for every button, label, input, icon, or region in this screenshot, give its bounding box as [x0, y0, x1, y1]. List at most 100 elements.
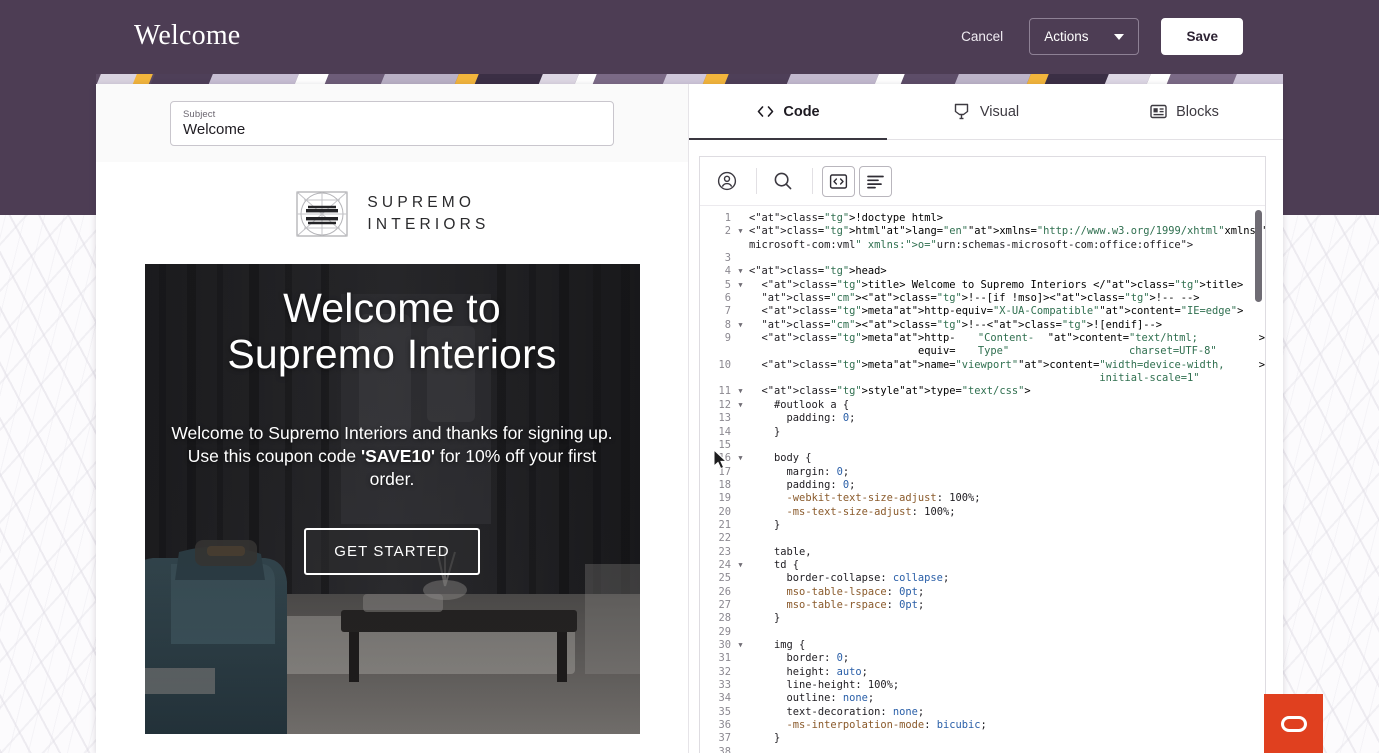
- code-line-text: <"at">class: [749, 225, 818, 238]
- hero-block[interactable]: Welcome to Supremo Interiors Welcome to …: [144, 264, 640, 734]
- code-line: 26 mso-table-lspace: 0pt;: [700, 586, 1265, 599]
- subject-label: Subject: [183, 109, 216, 120]
- code-line: 3: [700, 252, 1265, 265]
- line-number: 3: [724, 252, 731, 265]
- mouse-cursor: [713, 449, 728, 470]
- blocks-layout-icon: [1149, 103, 1167, 121]
- code-view-icon[interactable]: [822, 165, 855, 197]
- line-number: 7: [724, 305, 731, 318]
- code-line-text: margin: 0;: [749, 465, 850, 478]
- code-line: 1 <"at">class = "tg" >!doctype html>: [700, 212, 1265, 225]
- code-line: 15: [700, 439, 1265, 452]
- fold-toggle-icon[interactable]: ▼: [736, 385, 745, 398]
- fold-toggle-icon[interactable]: ▼: [736, 452, 745, 465]
- code-line-text: border: 0;: [749, 652, 850, 665]
- help-chat-icon: [1280, 715, 1307, 732]
- format-lines-icon[interactable]: [859, 165, 892, 197]
- line-number: 10: [718, 358, 731, 371]
- fold-toggle-icon[interactable]: ▼: [736, 559, 745, 572]
- code-line-text: -ms-text-size-adjust: 100%;: [786, 505, 956, 518]
- line-number: 27: [718, 598, 731, 611]
- fold-toggle-icon[interactable]: ▼: [736, 225, 745, 238]
- code-line-text: text-decoration: none;: [749, 705, 925, 718]
- toolbar-divider-1: [756, 168, 757, 194]
- get-started-button[interactable]: GET STARTED: [304, 527, 480, 575]
- code-editor-container: 1 <"at">class = "tg" >!doctype html> 2 ▼ <"at">…: [699, 156, 1266, 753]
- tab-blocks-label: Blocks: [1176, 103, 1219, 120]
- code-line: 33 line-height: 100%;: [700, 679, 1265, 692]
- search-icon[interactable]: [766, 166, 799, 197]
- code-line: 14 }: [700, 426, 1265, 439]
- code-line: 5 ▼ <"at">class = "tg" >title> Welcome to Su…: [700, 279, 1265, 292]
- code-line: 11 ▼ <"at">class = "tg" >style "at" >type= "te…: [700, 385, 1265, 398]
- tab-visual-label: Visual: [979, 103, 1020, 120]
- line-number: 19: [718, 492, 731, 505]
- email-preview-canvas[interactable]: SUPREMO INTERIORS Welcome to Supremo Int…: [96, 162, 688, 753]
- supremo-logo-mark-icon: [294, 186, 350, 242]
- chevron-down-icon: [1114, 33, 1125, 40]
- line-number: 8: [724, 318, 731, 331]
- personalization-icon[interactable]: [710, 166, 743, 197]
- cancel-button[interactable]: Cancel: [957, 23, 1007, 50]
- fold-toggle-icon[interactable]: ▼: [736, 639, 745, 652]
- line-number: 25: [718, 572, 731, 585]
- fold-toggle-icon[interactable]: ▼: [736, 279, 745, 292]
- fold-toggle-icon[interactable]: ▼: [736, 399, 745, 412]
- hero-heading: Welcome to Supremo Interiors: [167, 285, 618, 378]
- line-number: 37: [718, 732, 731, 745]
- code-vertical-scrollbar[interactable]: [1255, 210, 1262, 302]
- fold-toggle-icon[interactable]: ▼: [736, 319, 745, 332]
- code-line-text: }: [749, 425, 781, 438]
- code-line: 31 border: 0;: [700, 652, 1265, 665]
- tab-blocks[interactable]: Blocks: [1085, 84, 1283, 139]
- code-line-text: <"at">class: [749, 265, 818, 278]
- editor-panel: Subject Welcome SUPREMO INTERIORS Welcom…: [96, 84, 1283, 753]
- actions-dropdown-button[interactable]: Actions: [1029, 18, 1140, 55]
- code-line-text: <"at">class: [749, 212, 818, 224]
- code-line-text: height: auto;: [749, 665, 868, 678]
- hero-content: Welcome to Supremo Interiors Welcome to …: [145, 285, 640, 575]
- subject-input[interactable]: Subject Welcome: [170, 101, 614, 146]
- code-line-text: body {: [749, 452, 812, 465]
- code-line-text: mso-table-lspace: 0pt;: [786, 585, 925, 598]
- line-number: 2: [724, 225, 731, 238]
- code-line: 22: [700, 532, 1265, 545]
- line-number: 6: [724, 292, 731, 305]
- tab-visual[interactable]: Visual: [887, 84, 1085, 139]
- help-chat-button[interactable]: [1264, 694, 1323, 753]
- code-line: 29: [700, 626, 1265, 639]
- code-line: 13 padding: 0;: [700, 412, 1265, 425]
- line-number: 32: [718, 665, 731, 678]
- line-number: 30: [718, 639, 731, 651]
- code-line-text: <"at">class: [749, 305, 831, 318]
- code-line: 25 border-collapse: collapse;: [700, 572, 1265, 585]
- save-button[interactable]: Save: [1161, 18, 1243, 55]
- hero-heading-line-2: Supremo Interiors: [227, 330, 557, 377]
- line-number: 35: [718, 705, 731, 718]
- code-line-text: padding: 0;: [749, 478, 856, 491]
- code-line: 35 text-decoration: none;: [700, 706, 1265, 719]
- code-line-text: "at">class: [761, 292, 825, 305]
- line-number: 26: [718, 585, 731, 598]
- code-text-area[interactable]: 1 <"at">class = "tg" >!doctype html> 2 ▼ <"at">…: [700, 206, 1265, 753]
- code-line: 4 ▼ <"at">class = "tg" >head>: [700, 265, 1265, 278]
- code-line-text: -ms-interpolation-mode: bicubic;: [786, 719, 987, 732]
- tab-code[interactable]: Code: [689, 84, 887, 140]
- line-number: 11: [718, 385, 731, 398]
- code-line-text: }: [749, 612, 781, 625]
- line-number: 33: [718, 679, 731, 692]
- code-line-text: mso-table-rspace: 0pt;: [786, 598, 925, 611]
- line-number: 12: [718, 398, 731, 411]
- line-number: 31: [718, 652, 731, 665]
- code-line: microsoft-com:vml" xmlns:">o="urn:schema…: [700, 239, 1265, 252]
- code-toolbar: [700, 157, 1265, 206]
- code-line-text: outline: none;: [749, 692, 875, 705]
- code-editor-pane: Code Visual Blocks 1 <"at">class = "tg" …: [689, 84, 1283, 753]
- code-line-text: -webkit-text-size-adjust: 100%;: [786, 492, 981, 505]
- logo-line-2: INTERIORS: [367, 216, 490, 233]
- header-actions: Cancel Actions Save: [957, 18, 1243, 55]
- toolbar-divider-2: [812, 168, 813, 194]
- fold-toggle-icon[interactable]: ▼: [736, 265, 745, 278]
- hero-heading-line-1: Welcome to: [283, 285, 501, 331]
- code-line: 34 outline: none;: [700, 692, 1265, 705]
